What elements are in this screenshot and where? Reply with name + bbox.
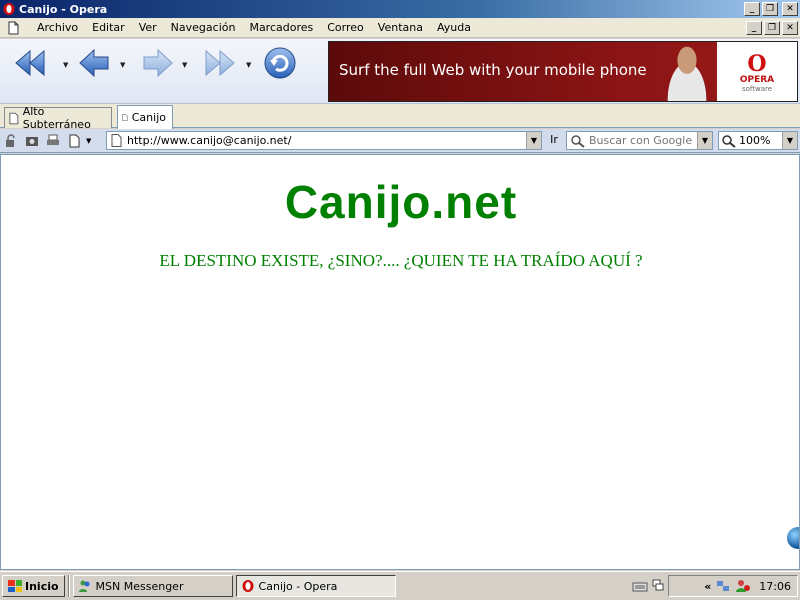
site-title: Canijo.net xyxy=(284,176,518,228)
task-label: Canijo - Opera xyxy=(258,579,338,593)
banner-text: Surf the full Web with your mobile phone xyxy=(339,61,647,79)
messenger-status-icon[interactable] xyxy=(735,579,751,593)
tray-expand-button[interactable]: « xyxy=(704,580,711,593)
menu-bar: Archivo Editar Ver Navegación Marcadores… xyxy=(0,18,800,38)
start-button[interactable]: Inicio xyxy=(2,575,65,597)
doc-close-button[interactable]: ✕ xyxy=(782,20,798,35)
window-titlebar[interactable]: Canijo - Opera _ ❐ ✕ xyxy=(0,0,800,18)
print-button[interactable] xyxy=(43,132,63,150)
search-field[interactable]: ▼ xyxy=(566,131,713,150)
menu-ver[interactable]: Ver xyxy=(132,21,164,34)
address-field[interactable]: http://www.canijo@canijo.net/ ▼ xyxy=(106,131,542,150)
lock-icon xyxy=(6,133,15,147)
address-dropdown-icon[interactable]: ▼ xyxy=(526,132,541,149)
opera-software-logo: O OPERA software xyxy=(717,42,797,101)
google-search-icon xyxy=(571,134,585,148)
new-page-dropdown-icon[interactable]: ▼ xyxy=(86,137,91,145)
task-canijo-opera[interactable]: Canijo - Opera xyxy=(235,575,396,597)
start-label: Inicio xyxy=(25,579,59,593)
rewind-button[interactable] xyxy=(10,43,50,83)
menu-archivo[interactable]: Archivo xyxy=(30,21,85,34)
back-icon xyxy=(79,48,109,78)
forward-dropdown-icon[interactable]: ▼ xyxy=(182,61,190,69)
page-icon xyxy=(122,114,128,121)
tab-alto-subterraneo[interactable]: Alto Subterráneo xyxy=(4,105,112,131)
network-icon[interactable] xyxy=(715,579,731,593)
lock-button[interactable] xyxy=(1,132,21,150)
fast-forward-button[interactable] xyxy=(200,43,240,83)
close-button[interactable]: ✕ xyxy=(782,2,798,16)
zoom-value: 100% xyxy=(739,134,771,147)
magnifier-icon xyxy=(722,134,736,148)
system-tray: « 17:06 xyxy=(668,575,798,597)
tab-label: Canijo xyxy=(131,111,166,124)
new-page-button[interactable] xyxy=(64,132,84,150)
navigation-toolbar: ▼ ▼ ▼ ▼ Surf the full Web with your mobi… xyxy=(0,39,800,104)
document-icon[interactable] xyxy=(6,21,20,35)
go-button[interactable]: Ir xyxy=(544,133,564,149)
camera-icon xyxy=(26,136,38,146)
zoom-dropdown-icon[interactable]: ▼ xyxy=(782,132,797,149)
maximize-button[interactable]: ❐ xyxy=(762,2,778,16)
reload-icon xyxy=(264,47,296,79)
doc-minimize-button[interactable]: _ xyxy=(746,20,762,35)
clock[interactable]: 17:06 xyxy=(759,580,791,593)
page-content: Canijo.net EL DESTINO EXISTE, ¿SINO?....… xyxy=(0,154,800,570)
rewind-icon xyxy=(15,49,45,77)
tab-canijo[interactable]: Canijo xyxy=(117,105,173,129)
page-icon xyxy=(9,112,19,124)
menu-ayuda[interactable]: Ayuda xyxy=(430,21,478,34)
page-icon xyxy=(111,134,122,147)
back-dropdown-icon[interactable]: ▼ xyxy=(120,61,128,69)
menu-editar[interactable]: Editar xyxy=(85,21,132,34)
advertising-banner[interactable]: Surf the full Web with your mobile phone… xyxy=(328,41,798,102)
forward-button[interactable] xyxy=(138,43,178,83)
zoom-control[interactable]: 100% ▼ xyxy=(718,131,798,150)
fast-forward-icon xyxy=(205,49,235,77)
tray-extras xyxy=(632,575,664,597)
back-button[interactable] xyxy=(74,43,114,83)
site-tagline: EL DESTINO EXISTE, ¿SINO?.... ¿QUIEN TE … xyxy=(159,251,643,270)
msn-messenger-icon xyxy=(78,580,90,592)
task-label: MSN Messenger xyxy=(95,579,184,593)
reload-button[interactable] xyxy=(260,43,300,83)
forward-icon xyxy=(143,48,173,78)
url-text[interactable]: http://www.canijo@canijo.net/ xyxy=(127,134,526,147)
windows-taskbar: Inicio MSN Messenger Canijo - Opera « 17… xyxy=(0,571,800,600)
address-toolbar: ▼ http://www.canijo@canijo.net/ ▼ Ir ▼ 1… xyxy=(0,129,800,153)
tab-label: Alto Subterráneo xyxy=(22,105,91,131)
opera-logo-icon xyxy=(3,3,15,15)
task-msn-messenger[interactable]: MSN Messenger xyxy=(72,575,233,597)
search-dropdown-icon[interactable]: ▼ xyxy=(697,132,712,149)
fast-forward-dropdown-icon[interactable]: ▼ xyxy=(246,61,254,69)
banner-person-image xyxy=(657,42,717,101)
minimize-button[interactable]: _ xyxy=(744,2,760,16)
rewind-dropdown-icon[interactable]: ▼ xyxy=(63,61,71,69)
search-input[interactable] xyxy=(589,134,697,147)
doc-restore-button[interactable]: ❐ xyxy=(764,20,780,35)
menu-marcadores[interactable]: Marcadores xyxy=(242,21,320,34)
snapshot-button[interactable] xyxy=(22,132,42,150)
new-page-icon xyxy=(69,134,80,147)
window-switch-icon[interactable] xyxy=(652,579,664,593)
keyboard-icon[interactable] xyxy=(632,579,648,593)
window-title: Canijo - Opera xyxy=(19,2,108,16)
opera-icon xyxy=(242,580,254,592)
printer-icon xyxy=(47,134,59,145)
menu-ventana[interactable]: Ventana xyxy=(371,21,430,34)
windows-logo-icon xyxy=(8,580,22,592)
globe-icon[interactable] xyxy=(787,527,799,549)
taskbar-separator xyxy=(67,575,70,597)
tab-bar: Alto Subterráneo Canijo xyxy=(0,104,800,131)
menu-navegacion[interactable]: Navegación xyxy=(164,21,243,34)
menu-correo[interactable]: Correo xyxy=(320,21,371,34)
